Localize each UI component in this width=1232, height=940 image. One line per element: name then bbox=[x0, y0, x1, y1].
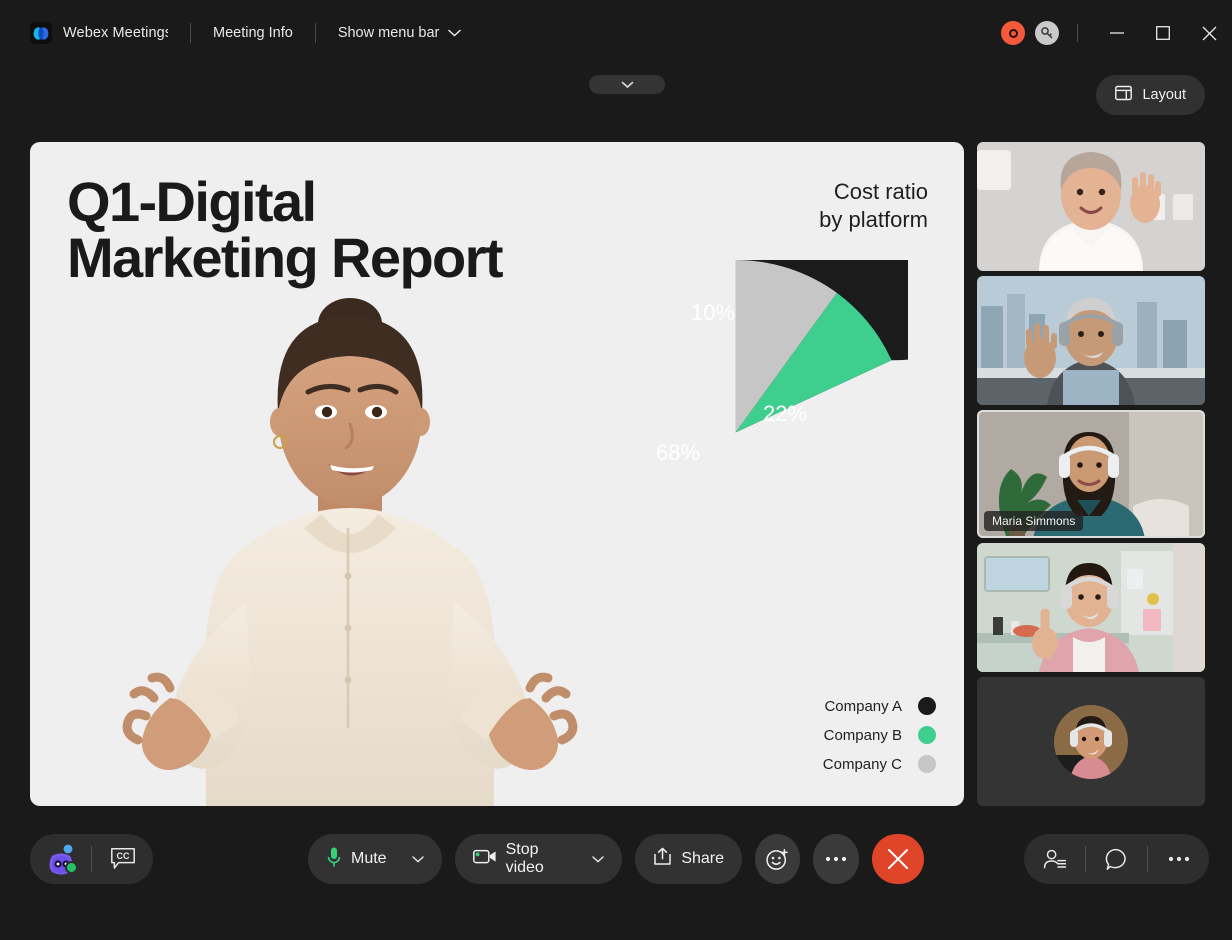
title-bar-left: Webex Meetings Meeting Info Show menu ba… bbox=[0, 22, 461, 44]
svg-text:CC: CC bbox=[116, 851, 129, 861]
layout-button[interactable]: Layout bbox=[1096, 75, 1205, 115]
divider bbox=[1077, 24, 1078, 42]
chevron-down-icon[interactable] bbox=[592, 856, 604, 863]
participant-tile-5-video-off[interactable] bbox=[977, 677, 1205, 806]
record-icon[interactable] bbox=[1001, 21, 1025, 45]
meeting-info-button[interactable]: Meeting Info bbox=[213, 25, 293, 41]
close-icon[interactable] bbox=[1186, 13, 1232, 53]
participants-button[interactable] bbox=[1024, 834, 1085, 884]
legend-swatch-company-c bbox=[918, 755, 936, 773]
key-icon[interactable] bbox=[1035, 21, 1059, 45]
legend-item: Company B bbox=[823, 726, 936, 744]
pie-label-company-a: 68% bbox=[656, 440, 700, 466]
legend-item: Company A bbox=[823, 697, 936, 715]
maximize-icon[interactable] bbox=[1140, 13, 1186, 53]
ai-assistant-button[interactable] bbox=[30, 834, 91, 884]
chevron-down-icon bbox=[621, 76, 634, 94]
closed-captions-button[interactable]: CC bbox=[92, 834, 153, 884]
record-dot bbox=[1009, 29, 1018, 38]
title-bar-right bbox=[1001, 13, 1232, 53]
title-bar: Webex Meetings Meeting Info Show menu ba… bbox=[0, 0, 1232, 66]
minimize-icon[interactable] bbox=[1094, 13, 1140, 53]
microphone-icon bbox=[326, 846, 342, 873]
reactions-button[interactable] bbox=[755, 834, 800, 884]
reactions-smiley-icon bbox=[766, 848, 789, 871]
participant-tile-maria-simmons[interactable]: Maria Simmons bbox=[977, 410, 1205, 539]
legend-label: Company B bbox=[824, 727, 902, 744]
chevron-down-icon[interactable] bbox=[412, 856, 424, 863]
legend-item: Company C bbox=[823, 755, 936, 773]
left-control-group: CC bbox=[30, 834, 153, 884]
mute-label: Mute bbox=[351, 850, 387, 868]
share-button[interactable]: Share bbox=[635, 834, 742, 884]
chevron-down-icon bbox=[448, 29, 461, 37]
more-horizontal-icon bbox=[1168, 856, 1190, 862]
avatar bbox=[1054, 705, 1128, 779]
participant-tile-2[interactable] bbox=[977, 276, 1205, 405]
mute-button[interactable]: Mute bbox=[308, 834, 442, 884]
layout-label: Layout bbox=[1142, 87, 1186, 103]
pie-label-company-b: 22% bbox=[763, 401, 807, 427]
app-title: Webex Meetings bbox=[63, 25, 168, 41]
chat-button[interactable] bbox=[1086, 834, 1147, 884]
stop-video-button[interactable]: Stop video bbox=[455, 834, 623, 884]
chart-legend: Company A Company B Company C bbox=[823, 697, 936, 773]
webex-logo-icon bbox=[30, 22, 52, 44]
more-horizontal-icon bbox=[825, 856, 847, 862]
stop-video-label: Stop video bbox=[506, 841, 568, 877]
legend-swatch-company-b bbox=[918, 726, 936, 744]
share-label: Share bbox=[681, 850, 724, 868]
closed-captions-icon: CC bbox=[110, 847, 136, 871]
layout-grid-icon bbox=[1115, 85, 1132, 105]
legend-swatch-company-a bbox=[918, 697, 936, 715]
camera-icon bbox=[473, 848, 497, 870]
meeting-controls-bar: CC Mute bbox=[0, 806, 1232, 940]
share-upload-icon bbox=[653, 847, 672, 871]
more-options-right-button[interactable] bbox=[1148, 834, 1209, 884]
presenter-video bbox=[50, 246, 650, 806]
chart-title: Cost ratio by platform bbox=[819, 178, 928, 233]
pie-chart: 68% 22% 10% bbox=[563, 260, 908, 605]
participant-tile-1[interactable] bbox=[977, 142, 1205, 271]
legend-label: Company C bbox=[823, 756, 902, 773]
shared-content-stage[interactable]: Q1-Digital Marketing Report Cost ratio b… bbox=[30, 142, 964, 806]
end-call-button[interactable] bbox=[872, 834, 924, 884]
right-control-group bbox=[1024, 834, 1209, 884]
divider bbox=[315, 23, 316, 43]
participants-icon bbox=[1043, 848, 1067, 870]
participant-name-label: Maria Simmons bbox=[984, 511, 1083, 531]
chat-bubble-icon bbox=[1105, 848, 1129, 871]
divider bbox=[190, 23, 191, 43]
center-control-group: Mute Stop video bbox=[308, 834, 924, 884]
participant-filmstrip: Maria Simmons bbox=[977, 142, 1205, 806]
show-menu-bar-label: Show menu bar bbox=[338, 25, 440, 41]
end-call-x-icon bbox=[887, 848, 909, 870]
more-options-button[interactable] bbox=[813, 834, 858, 884]
assistant-status-dot bbox=[65, 861, 78, 874]
legend-label: Company A bbox=[824, 698, 902, 715]
show-menu-bar-button[interactable]: Show menu bar bbox=[338, 25, 462, 41]
meeting-info-label: Meeting Info bbox=[213, 25, 293, 41]
participant-tile-4[interactable] bbox=[977, 543, 1205, 672]
pie-label-company-c: 10% bbox=[691, 300, 735, 326]
collapse-header-button[interactable] bbox=[589, 75, 665, 94]
